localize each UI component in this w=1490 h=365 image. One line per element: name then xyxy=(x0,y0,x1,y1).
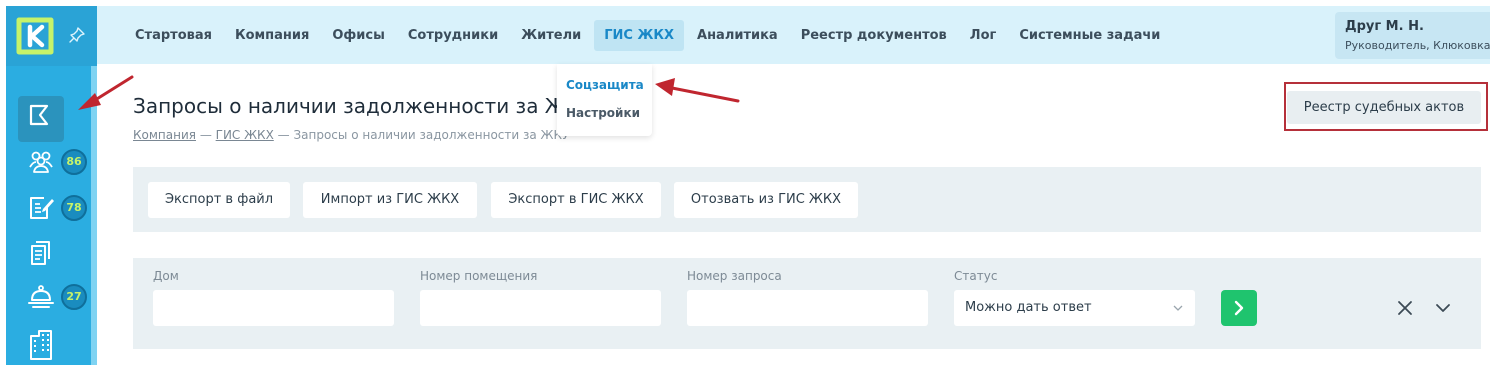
breadcrumb-separator: — xyxy=(199,128,212,142)
people-count-badge: 86 xyxy=(61,149,87,175)
k-logo-icon[interactable] xyxy=(15,16,55,56)
breadcrumb: Компания — ГИС ЖКХ — Запросы о наличии з… xyxy=(133,128,569,142)
nav-gis-zhkh[interactable]: ГИС ЖКХ xyxy=(594,19,685,51)
flag-icon[interactable] xyxy=(27,103,51,127)
user-name: Друг М. Н. xyxy=(1345,19,1424,34)
user-menu[interactable]: Друг М. Н. Руководитель, Клюковка xyxy=(1335,12,1490,59)
export-gis-button[interactable]: Экспорт в ГИС ЖКХ xyxy=(491,182,661,218)
room-label: Номер помещения xyxy=(420,269,538,283)
gis-dropdown-menu: Соцзащита Настройки xyxy=(557,64,652,136)
service-count-badge: 27 xyxy=(61,284,87,310)
people-icon[interactable] xyxy=(27,148,55,176)
edit-document-icon[interactable] xyxy=(27,194,55,222)
main-nav: Стартовая Компания Офисы Сотрудники Жите… xyxy=(125,6,1173,64)
clear-filters-icon[interactable] xyxy=(1396,299,1414,317)
house-input[interactable] xyxy=(153,290,394,326)
nav-residents[interactable]: Жители xyxy=(511,20,591,51)
nav-company[interactable]: Компания xyxy=(225,20,319,51)
export-file-button[interactable]: Экспорт в файл xyxy=(148,182,290,218)
service-bell-icon[interactable] xyxy=(27,283,55,311)
nav-analytics[interactable]: Аналитика xyxy=(687,20,788,51)
status-select[interactable]: Можно дать ответ xyxy=(954,290,1195,326)
breadcrumb-current: Запросы о наличии задолженности за ЖКУ xyxy=(293,128,570,142)
expand-filters-icon[interactable] xyxy=(1435,301,1451,315)
room-number-input[interactable] xyxy=(420,290,661,326)
annotation-arrow-dropdown xyxy=(655,78,740,103)
page-title: Запросы о наличии задолженности за ЖКУ xyxy=(133,94,560,118)
chevron-down-icon xyxy=(1173,305,1183,311)
breadcrumb-gis[interactable]: ГИС ЖКХ xyxy=(216,128,274,142)
request-label: Номер запроса xyxy=(687,269,782,283)
nav-system-tasks[interactable]: Системные задачи xyxy=(1009,20,1170,51)
user-role: Руководитель, Клюковка xyxy=(1345,39,1490,52)
request-number-input[interactable] xyxy=(687,290,928,326)
status-select-value: Можно дать ответ xyxy=(965,300,1092,315)
breadcrumb-company[interactable]: Компания xyxy=(133,128,196,142)
top-navigation: Стартовая Компания Офисы Сотрудники Жите… xyxy=(97,6,1490,64)
building-icon[interactable] xyxy=(27,328,55,360)
court-acts-registry-button[interactable]: Реестр судебных актов xyxy=(1287,91,1481,124)
import-gis-button[interactable]: Импорт из ГИС ЖКХ xyxy=(303,182,477,218)
action-toolbar: Экспорт в файл Импорт из ГИС ЖКХ Экспорт… xyxy=(133,167,1481,232)
apply-filter-button[interactable] xyxy=(1221,290,1257,326)
status-label: Статус xyxy=(954,269,998,283)
nav-employees[interactable]: Сотрудники xyxy=(398,20,508,51)
house-label: Дом xyxy=(153,269,179,283)
dropdown-item-social-protection[interactable]: Соцзащита xyxy=(557,72,652,100)
breadcrumb-separator: — xyxy=(277,128,290,142)
nav-log[interactable]: Лог xyxy=(960,20,1007,51)
recall-gis-button[interactable]: Отозвать из ГИС ЖКХ xyxy=(674,182,858,218)
nav-offices[interactable]: Офисы xyxy=(322,20,395,51)
documents-icon[interactable] xyxy=(27,239,55,267)
edit-count-badge: 78 xyxy=(61,195,87,221)
sidebar-edge xyxy=(91,66,97,365)
dropdown-item-settings[interactable]: Настройки xyxy=(557,100,652,128)
pin-icon[interactable] xyxy=(68,26,86,44)
filter-panel: Дом Номер помещения Номер запроса Статус… xyxy=(133,258,1481,349)
nav-start[interactable]: Стартовая xyxy=(125,20,222,51)
sidebar xyxy=(6,6,97,365)
nav-document-registry[interactable]: Реестр документов xyxy=(791,20,957,51)
chevron-right-icon xyxy=(1234,300,1244,316)
